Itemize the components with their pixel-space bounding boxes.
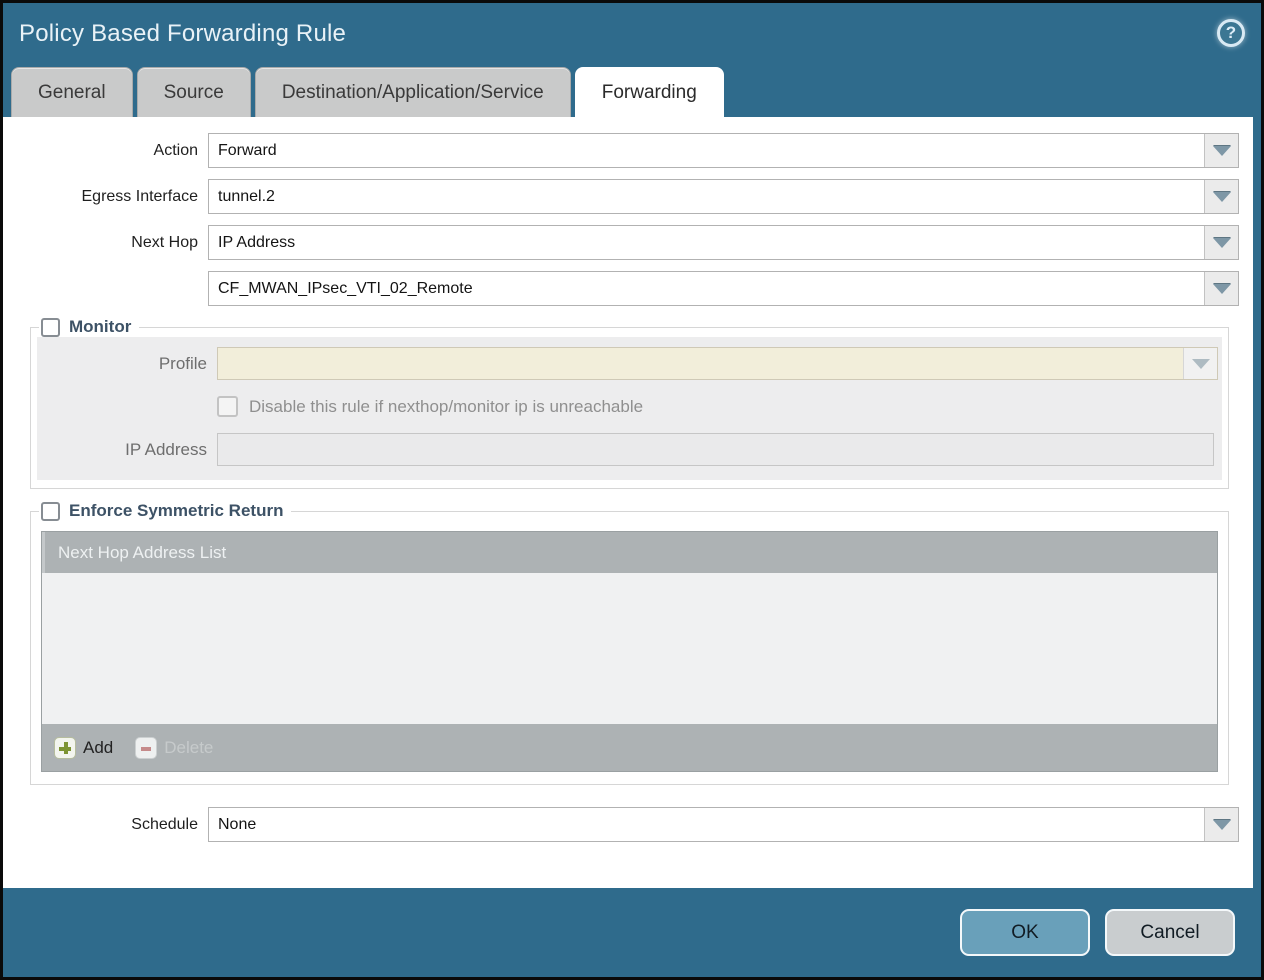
delete-button-label: Delete [164,738,213,758]
monitor-ip-input-disabled [217,433,1214,466]
forwarding-tab-panel: Action Forward Egress Interface tunnel.2… [3,117,1253,888]
monitor-ip-row: IP Address [37,433,1222,466]
profile-label: Profile [37,354,217,374]
next-hop-address-row: CF_MWAN_IPsec_VTI_02_Remote [3,271,1239,306]
tab-forwarding[interactable]: Forwarding [575,67,724,117]
dialog-footer: OK Cancel [3,888,1261,977]
next-hop-address-select[interactable]: CF_MWAN_IPsec_VTI_02_Remote [208,271,1239,306]
disable-rule-label: Disable this rule if nexthop/monitor ip … [249,397,643,417]
action-value: Forward [209,134,1204,167]
cancel-button[interactable]: Cancel [1105,909,1235,956]
dialog-title: Policy Based Forwarding Rule [19,20,346,48]
dropdown-arrow-icon [1213,146,1231,156]
monitor-checkbox[interactable] [41,318,60,337]
profile-dropdown-button [1183,348,1217,379]
next-hop-label: Next Hop [3,234,208,252]
next-hop-address-list-header: Next Hop Address List [42,532,1217,573]
monitor-group-body: Profile Disable this rule if nexthop/mo [37,337,1222,480]
egress-interface-row: Egress Interface tunnel.2 [3,179,1239,214]
dialog-titlebar: Policy Based Forwarding Rule ? [3,3,1261,65]
tab-general[interactable]: General [11,67,133,117]
disable-rule-checkbox [217,396,238,417]
schedule-label: Schedule [3,816,208,834]
table-toolbar: Add Delete [42,724,1217,771]
tab-source[interactable]: Source [137,67,251,117]
dropdown-arrow-icon [1213,192,1231,202]
action-row: Action Forward [3,133,1239,168]
next-hop-address-value: CF_MWAN_IPsec_VTI_02_Remote [209,272,1204,305]
monitor-legend: Monitor [39,317,139,337]
profile-select-disabled [217,347,1218,380]
help-icon[interactable]: ? [1217,19,1245,47]
add-button[interactable]: Add [54,737,113,759]
tab-destination-application-service[interactable]: Destination/Application/Service [255,67,571,117]
monitor-ip-value [218,434,1213,465]
ok-button[interactable]: OK [960,909,1090,956]
dropdown-arrow-icon [1213,238,1231,248]
symmetric-return-checkbox[interactable] [41,502,60,521]
monitor-legend-label: Monitor [69,317,131,337]
monitor-fieldset: Monitor Profile [30,317,1229,489]
tab-bar: General Source Destination/Application/S… [3,65,1261,117]
schedule-dropdown-button[interactable] [1204,808,1238,841]
symmetric-return-legend: Enforce Symmetric Return [39,501,291,521]
egress-interface-value: tunnel.2 [209,180,1204,213]
action-label: Action [3,142,208,160]
dropdown-arrow-icon [1192,359,1210,369]
dropdown-arrow-icon [1213,820,1231,830]
schedule-row: Schedule None [3,807,1239,842]
egress-interface-label: Egress Interface [3,188,208,206]
add-button-label: Add [83,738,113,758]
next-hop-address-dropdown-button[interactable] [1204,272,1238,305]
next-hop-address-list-body[interactable] [42,573,1217,724]
egress-interface-dropdown-button[interactable] [1204,180,1238,213]
schedule-value: None [209,808,1204,841]
minus-icon [135,737,157,759]
profile-value [218,348,1183,379]
monitor-ip-label: IP Address [37,440,217,460]
next-hop-address-table: Next Hop Address List Add Delete [41,531,1218,772]
dropdown-arrow-icon [1213,284,1231,294]
profile-row: Profile [37,347,1222,380]
schedule-select[interactable]: None [208,807,1239,842]
disable-rule-row: Disable this rule if nexthop/monitor ip … [37,396,1222,417]
symmetric-return-legend-label: Enforce Symmetric Return [69,501,283,521]
action-select[interactable]: Forward [208,133,1239,168]
delete-button: Delete [135,737,213,759]
next-hop-type-value: IP Address [209,226,1204,259]
symmetric-return-fieldset: Enforce Symmetric Return Next Hop Addres… [30,501,1229,785]
pbf-rule-dialog: Policy Based Forwarding Rule ? General S… [0,0,1264,980]
egress-interface-select[interactable]: tunnel.2 [208,179,1239,214]
next-hop-row: Next Hop IP Address [3,225,1239,260]
next-hop-type-select[interactable]: IP Address [208,225,1239,260]
next-hop-dropdown-button[interactable] [1204,226,1238,259]
plus-icon [54,737,76,759]
action-dropdown-button[interactable] [1204,134,1238,167]
